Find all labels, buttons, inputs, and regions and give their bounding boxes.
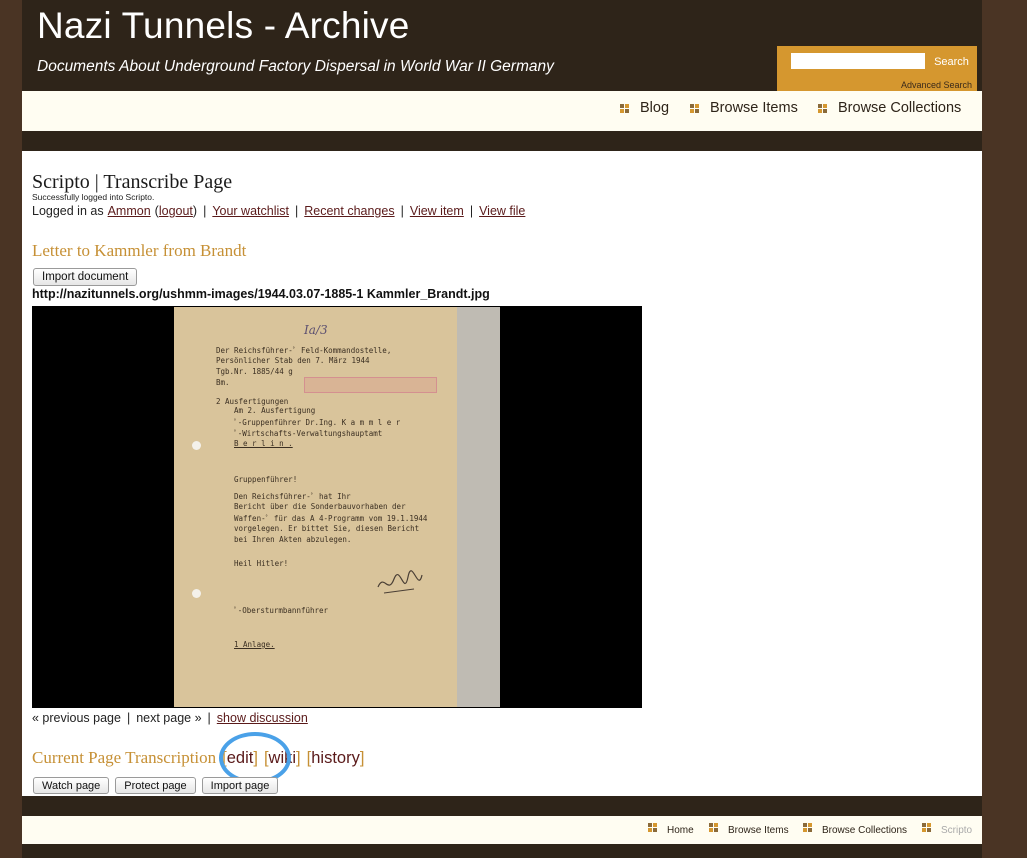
document-line: Bericht über die Sonderbauvorhaben der <box>234 502 406 511</box>
page-wrapper: Nazi Tunnels - Archive Documents About U… <box>22 0 982 858</box>
watchlist-link[interactable]: Your watchlist <box>212 204 289 218</box>
logged-in-prefix: Logged in as <box>32 204 104 218</box>
transcription-header: Current Page Transcription [edit] [wiki]… <box>32 748 364 768</box>
footer-item-label: Browse Collections <box>822 825 908 836</box>
main-nav: Blog Browse Items Browse Collections <box>22 91 982 131</box>
document-line: Am 2. Ausfertigung <box>234 406 316 415</box>
document-line: ﾟ-Gruppenführer Dr.Ing. K a m m l e r <box>234 418 401 427</box>
nav-item-label: Browse Collections <box>838 100 962 116</box>
advanced-search-link[interactable]: Advanced Search <box>901 80 972 90</box>
recent-changes-link[interactable]: Recent changes <box>304 204 394 218</box>
document-line: Den Reichsführer-ﾟ hat Ihr <box>234 492 351 501</box>
previous-page-link[interactable]: « previous page <box>32 711 121 725</box>
page-pager: « previous page | next page » | show dis… <box>32 711 308 725</box>
footer-bottom <box>22 844 982 858</box>
footer-item-scripto[interactable]: Scripto <box>922 823 973 836</box>
protect-page-button[interactable]: Protect page <box>115 777 196 794</box>
page-actions: Watch page Protect page Import page <box>33 777 284 794</box>
punch-hole <box>192 589 201 598</box>
document-title: Letter to Kammler from Brandt <box>32 241 247 260</box>
import-document-button[interactable]: Import document <box>33 268 138 286</box>
bullet-icon <box>648 823 657 832</box>
nav-divider <box>22 131 982 151</box>
nav-item-label: Blog <box>640 100 670 116</box>
document-image-viewer[interactable]: Ia/3 Der Reichsführer-ﾟ Feld-Kommandoste… <box>32 306 642 708</box>
document-line: 1 Anlage. <box>234 640 275 649</box>
document-line: Persönlicher Stab den 7. März 1944 <box>216 356 370 365</box>
document-line: Waffen-ﾟ für das A 4-Programm vom 19.1.1… <box>234 514 428 523</box>
punch-hole <box>192 441 201 450</box>
document-line: Heil Hitler! <box>234 559 289 568</box>
document-line: Bm. <box>216 378 230 387</box>
site-header: Nazi Tunnels - Archive Documents About U… <box>22 0 982 91</box>
nav-item-browse-collections[interactable]: Browse Collections <box>818 98 961 118</box>
footer-item-label: Home <box>667 825 694 836</box>
watch-page-button[interactable]: Watch page <box>33 777 110 794</box>
user-links: Logged in as Ammon (logout) | Your watch… <box>32 204 525 218</box>
next-page-link[interactable]: next page » <box>136 711 201 725</box>
bullet-icon <box>818 103 827 113</box>
view-item-link[interactable]: View item <box>410 204 464 218</box>
document-line: vorgelegen. Er bittet Sie, diesen Berich… <box>234 524 420 533</box>
document-line: bei Ihren Akten abzulegen. <box>234 535 352 544</box>
footer-divider <box>22 796 982 816</box>
transcription-title: Current Page Transcription <box>32 748 217 767</box>
page-title: Scripto | Transcribe Page <box>32 171 233 193</box>
site-tagline: Documents About Underground Factory Disp… <box>37 58 554 75</box>
separator: | <box>295 204 299 218</box>
footer-item-home[interactable]: Home <box>648 823 694 836</box>
view-file-link[interactable]: View file <box>479 204 525 218</box>
bullet-icon <box>803 823 812 832</box>
document-line: B e r l i n . <box>234 439 293 448</box>
document-paper: Ia/3 Der Reichsführer-ﾟ Feld-Kommandoste… <box>174 307 457 707</box>
footer-item-browse-collections[interactable]: Browse Collections <box>803 823 908 836</box>
logout-link[interactable]: logout <box>159 204 193 218</box>
nav-item-browse-items[interactable]: Browse Items <box>690 98 798 118</box>
handwritten-note: Ia/3 <box>304 323 328 337</box>
show-discussion-link[interactable]: show discussion <box>217 711 308 725</box>
separator: | <box>400 204 404 218</box>
footer-nav: Home Browse Items Browse Collections Scr… <box>22 816 982 844</box>
separator: | <box>126 711 131 725</box>
bullet-icon <box>620 103 629 113</box>
paren-close: ) <box>192 204 198 218</box>
bullet-icon <box>690 103 699 113</box>
separator: | <box>203 204 207 218</box>
footer-item-label: Scripto <box>941 825 973 836</box>
history-link[interactable]: [history] <box>307 749 365 768</box>
separator: | <box>469 204 474 218</box>
search-input[interactable] <box>791 53 925 69</box>
history-link-label: history <box>311 749 360 767</box>
signature-scribble <box>377 570 423 594</box>
footer-item-label: Browse Items <box>728 825 789 836</box>
document-line: Tgb.Nr. 1885/44 g <box>216 367 293 376</box>
main-content: Scripto | Transcribe Page Successfully l… <box>22 151 982 796</box>
site-title[interactable]: Nazi Tunnels - Archive <box>37 5 410 47</box>
username-link[interactable]: Ammon <box>108 204 151 218</box>
search-panel: Search Advanced Search <box>777 46 977 91</box>
file-url: http://nazitunnels.org/ushmm-images/1944… <box>32 287 490 301</box>
bullet-icon <box>922 823 931 832</box>
document-line: 2 Ausfertigungen <box>216 397 289 406</box>
nav-item-label: Browse Items <box>710 100 798 116</box>
import-page-button[interactable]: Import page <box>201 777 279 794</box>
separator: | <box>207 711 211 725</box>
document-stamp <box>304 377 437 393</box>
document-line: ﾟ-Obersturmbannführer <box>234 606 329 615</box>
search-button[interactable]: Search <box>930 53 973 71</box>
nav-item-blog[interactable]: Blog <box>620 98 669 118</box>
document-line: Gruppenführer! <box>234 475 298 484</box>
login-message: Successfully logged into Scripto. <box>32 192 155 202</box>
document-line: Der Reichsführer-ﾟ Feld-Kommandostelle, <box>216 346 392 355</box>
document-line: ﾟ-Wirtschafts-Verwaltungshauptamt <box>234 429 383 438</box>
bullet-icon <box>709 823 718 832</box>
footer-item-browse-items[interactable]: Browse Items <box>709 823 789 836</box>
document-scan: Ia/3 Der Reichsführer-ﾟ Feld-Kommandoste… <box>174 307 500 707</box>
